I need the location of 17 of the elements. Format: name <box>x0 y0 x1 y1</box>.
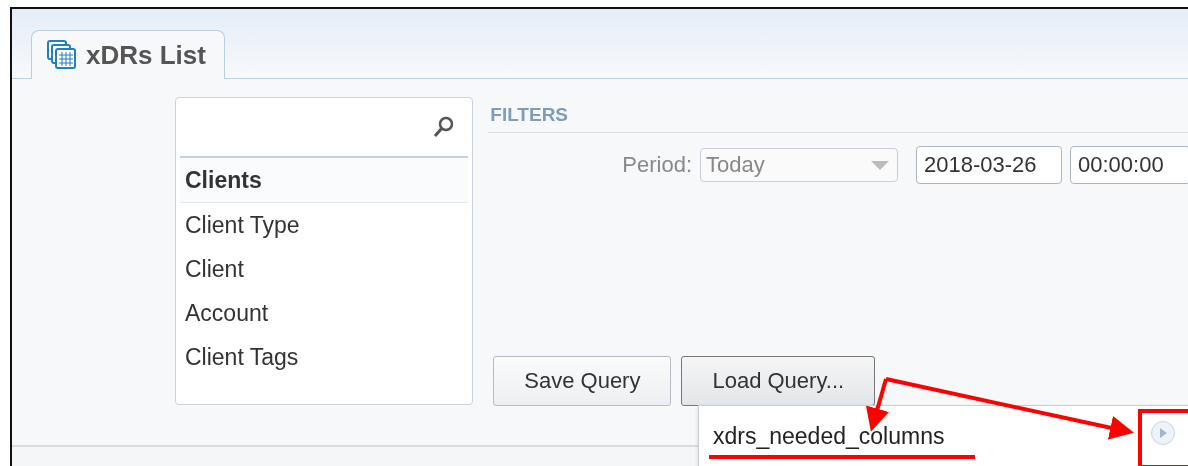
query-button[interactable]: Load Query... <box>681 356 876 406</box>
caret-icon <box>871 160 889 170</box>
section-title: FILTERS <box>488 97 1188 133</box>
table-stack-icon <box>46 39 78 71</box>
list-item[interactable]: Client Tags <box>180 335 469 379</box>
menu-item[interactable]: xdrs_needed_columns <box>713 423 945 450</box>
query-button[interactable]: Save Query <box>493 356 672 406</box>
play-icon <box>1159 428 1167 438</box>
list-item[interactable]: Client Type <box>180 203 469 247</box>
list-header: Clients <box>180 158 469 203</box>
date-field[interactable]: 2018-03-26 <box>916 146 1062 184</box>
list-item[interactable]: Account <box>180 291 469 335</box>
list-item[interactable]: Client <box>180 247 469 291</box>
annotation-box <box>1138 409 1188 466</box>
tab[interactable]: xDRs List <box>31 30 225 79</box>
time-field[interactable]: 00:00:00 <box>1070 146 1188 184</box>
period-label: Period: <box>622 152 692 178</box>
